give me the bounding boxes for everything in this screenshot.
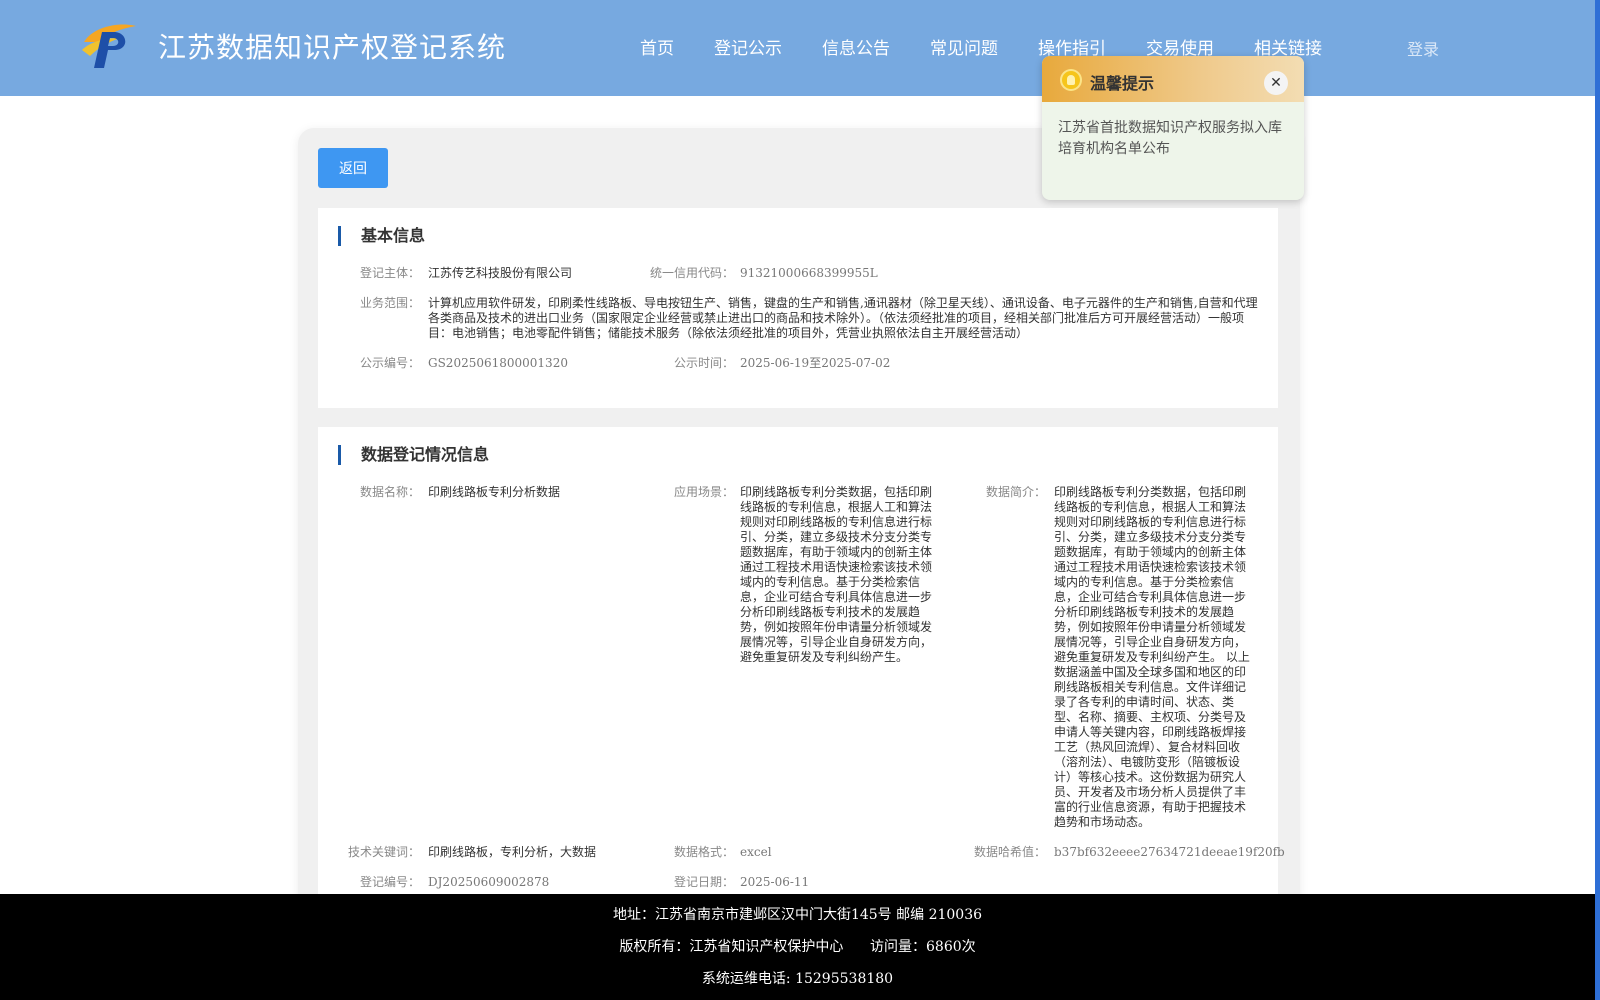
scene-label: 应用场景： (673, 485, 734, 499)
login-link[interactable]: 登录 (1407, 36, 1439, 60)
scope-label: 业务范围： (359, 296, 420, 310)
nav-registration-publicity[interactable]: 登记公示 (694, 34, 802, 59)
subject-label: 登记主体： (359, 266, 420, 280)
format-value: excel (740, 845, 772, 859)
subject-value: 江苏传艺科技股份有限公司 (428, 266, 573, 280)
page-edge-strip (1595, 0, 1600, 1000)
site-logo-icon[interactable] (80, 20, 140, 72)
keywords-label: 技术关键词： (347, 845, 420, 859)
pub-time-value: 2025-06-19至2025-07-02 (740, 356, 891, 370)
popup-message-link[interactable]: 江苏省首批数据知识产权服务拟入库培育机构名单公布 (1058, 118, 1290, 160)
popup-header: 温馨提示 ✕ (1042, 56, 1304, 102)
data-registration-section: 数据登记情况信息 数据名称： 印刷线路板专利分析数据 应用场景： 印刷线路板专利… (318, 427, 1285, 897)
reg-no-value: DJ20250609002878 (428, 875, 550, 889)
top-header: 江苏数据知识产权登记系统 首页 登记公示 信息公告 常见问题 操作指引 交易使用… (0, 0, 1595, 96)
back-button[interactable]: 返回 (318, 148, 388, 188)
intro-value: 印刷线路板专利分类数据，包括印刷线路板的专利信息，根据人工和算法规则对印刷线路板… (1054, 485, 1250, 829)
scene-value: 印刷线路板专利分类数据，包括印刷线路板的专利信息，根据人工和算法规则对印刷线路板… (740, 485, 933, 664)
section-title: 基本信息 (338, 226, 425, 246)
pub-time-label: 公示时间： (673, 356, 734, 370)
nav-home[interactable]: 首页 (620, 34, 694, 59)
hash-label: 数据哈希值： (973, 845, 1046, 859)
reg-date-label: 登记日期： (673, 875, 734, 889)
scope-value: 计算机应用软件研发，印刷柔性线路板、导电按钮生产、销售，键盘的生产和销售,通讯器… (428, 296, 1258, 340)
hash-value: b37bf632eeee27634721deeae19f20fb (1054, 845, 1285, 859)
popup-title: 温馨提示 (1090, 74, 1155, 93)
basic-info-section: 基本信息 登记主体： 江苏传艺科技股份有限公司 统一信用代码： 91321000… (318, 208, 1278, 408)
pub-no-value: GS2025061800001320 (428, 356, 568, 370)
nav-faq[interactable]: 常见问题 (910, 34, 1018, 59)
intro-label: 数据简介： (985, 485, 1046, 499)
credit-code-label: 统一信用代码： (649, 266, 734, 280)
reg-no-label: 登记编号： (359, 875, 420, 889)
credit-code-value: 91321000668399955L (740, 266, 878, 280)
footer-copyright: 版权所有：江苏省知识产权保护中心 访问量：6860次 (619, 939, 976, 955)
format-label: 数据格式： (673, 845, 734, 859)
keywords-value: 印刷线路板，专利分析，大数据 (428, 845, 597, 859)
pub-no-label: 公示编号： (359, 356, 420, 370)
reg-date-value: 2025-06-11 (740, 875, 810, 889)
data-name-label: 数据名称： (359, 485, 420, 499)
site-title[interactable]: 江苏数据知识产权登记系统 (158, 26, 506, 66)
data-name-value: 印刷线路板专利分析数据 (428, 485, 561, 499)
section-title: 数据登记情况信息 (338, 445, 489, 465)
footer-phone: 系统运维电话: 15295538180 (701, 971, 894, 987)
notice-popup: 温馨提示 ✕ 江苏省首批数据知识产权服务拟入库培育机构名单公布 (1042, 56, 1304, 200)
footer-address: 地址：江苏省南京市建邺区汉中门大街145号 邮编 210036 (612, 907, 983, 923)
footer: 地址：江苏省南京市建邺区汉中门大街145号 邮编 210036 版权所有：江苏省… (0, 894, 1595, 1000)
lightbulb-icon (1060, 69, 1082, 91)
close-icon[interactable]: ✕ (1264, 71, 1288, 95)
nav-announcements[interactable]: 信息公告 (802, 34, 910, 59)
